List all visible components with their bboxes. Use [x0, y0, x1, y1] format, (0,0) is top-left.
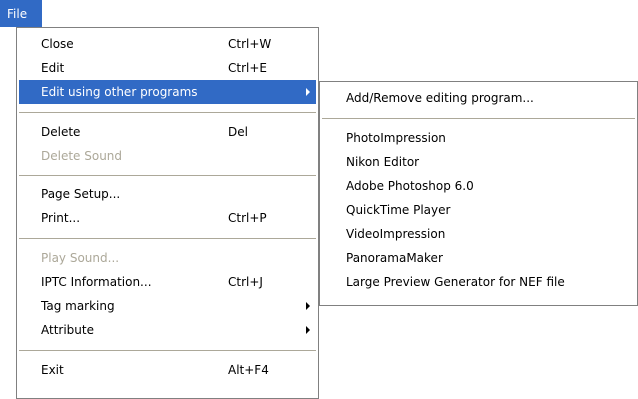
menu-item-delete-shortcut: Del	[228, 125, 248, 139]
menu-item-tag-marking[interactable]: Tag marking	[19, 294, 316, 318]
submenu-item-videoimpression[interactable]: VideoImpression	[322, 222, 635, 246]
file-menu-title[interactable]: File	[0, 0, 42, 27]
menu-item-iptc-information-shortcut: Ctrl+J	[228, 275, 263, 289]
menu-separator	[19, 238, 316, 239]
submenu-item-quicktime-player[interactable]: QuickTime Player	[322, 198, 635, 222]
submenu-item-label: PanoramaMaker	[346, 251, 443, 265]
submenu-item-label: Nikon Editor	[346, 155, 420, 169]
menu-item-page-setup-label: Page Setup...	[41, 187, 121, 201]
menu-item-delete[interactable]: Delete Del	[19, 120, 316, 144]
submenu-item-nikon-editor[interactable]: Nikon Editor	[322, 150, 635, 174]
menu-item-edit[interactable]: Edit Ctrl+E	[19, 56, 316, 80]
menu-item-delete-sound: Delete Sound	[19, 144, 316, 168]
file-menu: Close Ctrl+W Edit Ctrl+E Edit using othe…	[16, 27, 319, 399]
menu-item-page-setup[interactable]: Page Setup...	[19, 182, 316, 206]
menu-item-attribute[interactable]: Attribute	[19, 318, 316, 342]
menu-item-tag-marking-label: Tag marking	[41, 299, 115, 313]
submenu-item-panoramamaker[interactable]: PanoramaMaker	[322, 246, 635, 270]
menu-item-close-shortcut: Ctrl+W	[228, 37, 272, 51]
menu-item-close[interactable]: Close Ctrl+W	[19, 32, 316, 56]
menu-separator	[19, 175, 316, 176]
submenu-item-label: Large Preview Generator for NEF file	[346, 275, 565, 289]
menu-item-exit[interactable]: Exit Alt+F4	[19, 358, 316, 382]
submenu-item-label: QuickTime Player	[346, 203, 451, 217]
menu-item-edit-using-other-programs[interactable]: Edit using other programs	[19, 80, 316, 104]
menu-separator	[19, 112, 316, 113]
menu-item-edit-using-other-programs-label: Edit using other programs	[41, 85, 198, 99]
submenu-item-label: Adobe Photoshop 6.0	[346, 179, 474, 193]
menu-item-print[interactable]: Print... Ctrl+P	[19, 206, 316, 230]
submenu-item-large-preview-generator[interactable]: Large Preview Generator for NEF file	[322, 270, 635, 294]
submenu-item-label: VideoImpression	[346, 227, 446, 241]
edit-programs-submenu: Add/Remove editing program... PhotoImpre…	[319, 81, 638, 306]
submenu-item-adobe-photoshop[interactable]: Adobe Photoshop 6.0	[322, 174, 635, 198]
menu-item-edit-shortcut: Ctrl+E	[228, 61, 267, 75]
menu-item-iptc-information[interactable]: IPTC Information... Ctrl+J	[19, 270, 316, 294]
menu-item-delete-label: Delete	[41, 125, 81, 139]
menu-item-exit-label: Exit	[41, 363, 64, 377]
menu-separator	[322, 118, 635, 119]
menu-item-print-label: Print...	[41, 211, 81, 225]
menu-item-exit-shortcut: Alt+F4	[228, 363, 269, 377]
submenu-arrow-icon	[306, 302, 310, 310]
menu-item-play-sound-label: Play Sound...	[41, 251, 120, 265]
menu-item-edit-label: Edit	[41, 61, 65, 75]
submenu-arrow-icon	[306, 88, 310, 96]
menu-item-close-label: Close	[41, 37, 74, 51]
submenu-item-label: PhotoImpression	[346, 131, 446, 145]
menu-item-delete-sound-label: Delete Sound	[41, 149, 123, 163]
submenu-arrow-icon	[306, 326, 310, 334]
menu-item-attribute-label: Attribute	[41, 323, 94, 337]
submenu-item-add-remove-editing-program[interactable]: Add/Remove editing program...	[322, 86, 635, 110]
menu-item-iptc-information-label: IPTC Information...	[41, 275, 152, 289]
submenu-item-photoimpression[interactable]: PhotoImpression	[322, 126, 635, 150]
submenu-item-add-remove-label: Add/Remove editing program...	[346, 91, 534, 105]
menu-item-print-shortcut: Ctrl+P	[228, 211, 267, 225]
menu-item-play-sound: Play Sound...	[19, 246, 316, 270]
menu-separator	[19, 350, 316, 351]
